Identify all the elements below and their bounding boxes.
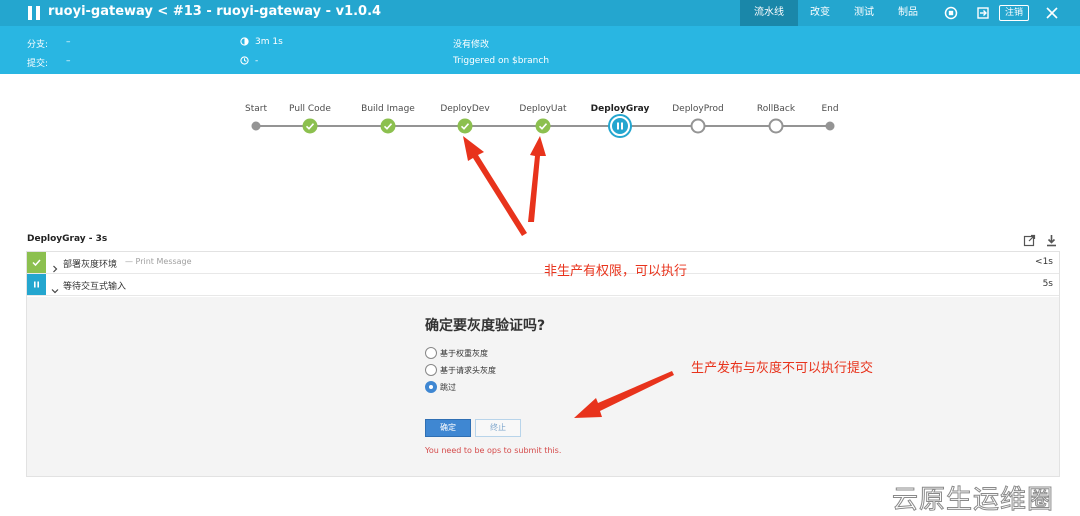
input-request-form: 确定要灰度验证吗? 基于权重灰度 基于请求头灰度 跳过 确定 终止 You ne… [27,297,1059,476]
pause-icon[interactable] [28,6,40,20]
stage-node-start [251,121,261,131]
stage-label-start: Start [245,104,267,114]
time-value: - [255,56,259,66]
tab-bar: 流水线 改变 测试 制品 [740,0,930,26]
top-bar: ruoyi-gateway < #13 - ruoyi-gateway - v1… [0,0,1080,26]
duration-icon [240,37,249,49]
step-duration: <1s [1035,257,1053,267]
radio-label: 跳过 [440,382,456,392]
paused-status-icon [27,274,46,295]
steps-panel: 部署灰度环境 — Print Message <1s 等待交互式输入 5s 确定… [26,251,1060,477]
stage-node-deploy-dev[interactable] [457,118,473,134]
branch-label: 分支: [27,40,49,50]
trigger-text: Triggered on $branch [453,56,550,66]
stage-node-deploy-gray[interactable] [610,116,630,136]
open-external-icon[interactable] [1023,232,1036,251]
step-name: 部署灰度环境 [63,260,118,270]
step-subtitle: — Print Message [125,257,192,266]
stage-detail-title: DeployGray - 3s [27,234,108,244]
radio-circle[interactable] [425,381,437,393]
radio-circle[interactable] [425,364,437,376]
step-name: 等待交互式输入 [63,282,127,292]
run-info-bar: 分支: – 提交: – 3m 1s - 没有修改 Triggered on $b… [0,26,1080,74]
close-icon[interactable] [1039,0,1065,26]
stage-label-deploy-prod[interactable]: DeployProd [672,104,724,114]
step-duration: 5s [1042,279,1053,289]
radio-label: 基于请求头灰度 [440,365,496,375]
tab-artifacts[interactable]: 制品 [886,0,930,26]
stage-node-end [825,121,835,131]
step-row[interactable]: 等待交互式输入 5s [27,274,1059,296]
proceed-button[interactable]: 确定 [425,419,471,437]
stage-label-pull-code[interactable]: Pull Code [289,104,331,114]
annotation-note-prod: 生产发布与灰度不可以执行提交 [691,361,874,376]
stage-label-deploy-uat[interactable]: DeployUat [519,104,566,114]
input-question: 确定要灰度验证吗? [425,318,546,334]
radio-header-gray[interactable]: 基于请求头灰度 [425,364,496,376]
duration-value: 3m 1s [255,37,283,47]
changes-text: 没有修改 [453,40,490,50]
annotation-note-nonprod: 非生产有权限，可以执行 [544,264,688,279]
stop-icon[interactable] [938,0,964,26]
radio-skip[interactable]: 跳过 [425,381,456,393]
logout-button[interactable]: 注销 [999,5,1029,21]
step-row[interactable]: 部署灰度环境 — Print Message <1s [27,252,1059,274]
stage-node-build-image[interactable] [380,118,396,134]
stage-label-end: End [821,104,839,114]
stage-node-deploy-uat[interactable] [535,118,551,134]
tab-pipeline[interactable]: 流水线 [740,0,798,26]
exit-icon[interactable] [970,0,996,26]
abort-button[interactable]: 终止 [475,419,521,437]
download-icon[interactable] [1045,232,1058,251]
tab-changes[interactable]: 改变 [798,0,842,26]
radio-circle[interactable] [425,347,437,359]
stage-node-pull-code[interactable] [302,118,318,134]
watermark: 云原生运维圈 [891,485,1055,516]
page-title: ruoyi-gateway < #13 - ruoyi-gateway - v1… [48,4,382,19]
clock-icon [240,56,249,68]
success-status-icon [27,252,46,273]
radio-weight-gray[interactable]: 基于权重灰度 [425,347,488,359]
branch-value: – [66,37,71,47]
stage-label-deploy-dev[interactable]: DeployDev [440,104,489,114]
radio-label: 基于权重灰度 [440,348,488,358]
stage-label-build-image[interactable]: Build Image [361,104,415,114]
permission-error: You need to be ops to submit this. [425,446,562,455]
pipeline-graph: Start Pull Code Build Image DeployDev De… [0,74,1080,234]
tab-tests[interactable]: 测试 [842,0,886,26]
stage-node-rollback[interactable] [768,118,784,134]
commit-label: 提交: [27,59,49,69]
stage-label-deploy-gray[interactable]: DeployGray [591,104,650,114]
commit-value: – [66,56,71,66]
stage-label-rollback[interactable]: RollBack [757,104,795,114]
stage-node-deploy-prod[interactable] [690,118,706,134]
